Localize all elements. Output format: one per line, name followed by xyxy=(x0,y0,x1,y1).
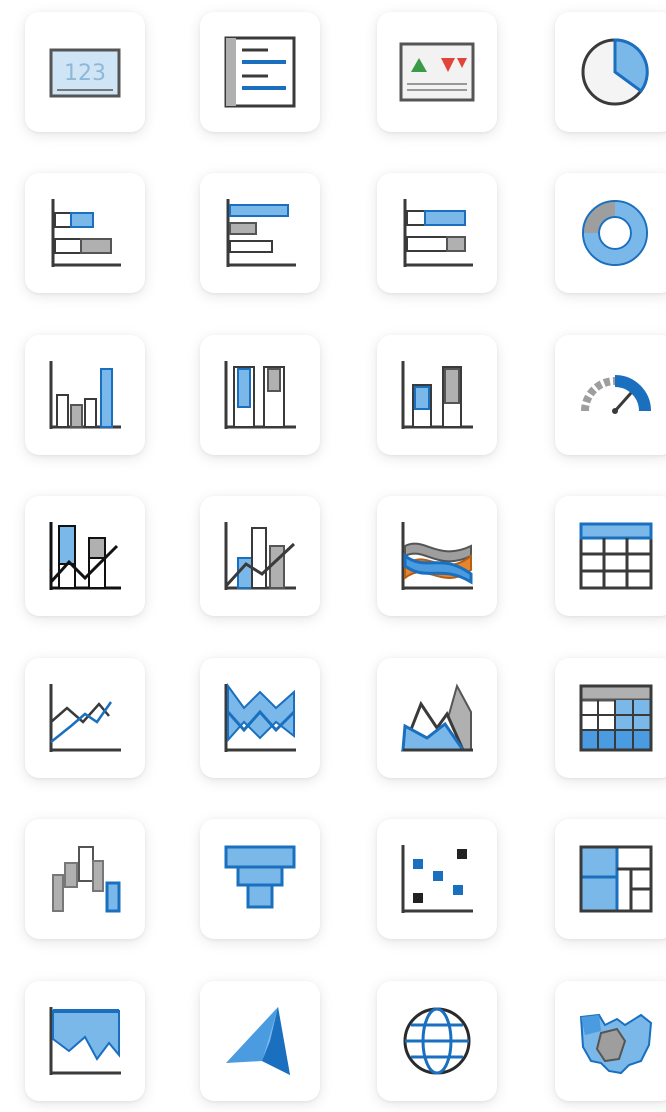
100-percent-stacked-column-chart-icon xyxy=(401,361,473,429)
matrix-icon xyxy=(579,684,653,752)
card-visual-tile[interactable]: 123 xyxy=(25,12,145,132)
azure-map-visual-tile[interactable] xyxy=(200,981,320,1101)
clustered-column-chart-visual-tile[interactable] xyxy=(200,335,320,455)
pie-chart-icon xyxy=(581,38,649,106)
donut-chart-icon xyxy=(582,200,648,266)
line-and-stacked-column-chart-visual-tile[interactable] xyxy=(25,496,145,616)
svg-text:123: 123 xyxy=(64,61,106,86)
100-percent-stacked-bar-chart-visual-tile[interactable] xyxy=(377,173,497,293)
treemap-icon xyxy=(579,845,653,913)
pie-chart-visual-tile[interactable] xyxy=(555,12,666,132)
gauge-icon xyxy=(581,375,651,414)
multi-row-card-icon xyxy=(224,36,296,108)
stacked-bar-chart-visual-tile[interactable] xyxy=(25,173,145,293)
kpi-icon xyxy=(399,42,475,102)
area-chart-icon xyxy=(400,683,473,752)
multi-row-card-visual-tile[interactable] xyxy=(200,12,320,132)
stacked-column-chart-visual-tile[interactable] xyxy=(25,335,145,455)
waterfall-chart-visual-tile[interactable] xyxy=(25,819,145,939)
line-and-stacked-column-chart-icon xyxy=(49,522,121,590)
clustered-bar-chart-visual-tile[interactable] xyxy=(200,173,320,293)
ribbon-chart-icon xyxy=(401,522,473,590)
line-chart-visual-tile[interactable] xyxy=(25,658,145,778)
shape-map-icon xyxy=(579,1013,653,1075)
ribbon-chart-visual-tile[interactable] xyxy=(377,496,497,616)
card-icon: 123 xyxy=(49,48,121,98)
line-and-clustered-column-chart-icon xyxy=(224,522,296,590)
gauge-visual-tile[interactable] xyxy=(555,335,666,455)
100-percent-stacked-column-chart-visual-tile[interactable] xyxy=(377,335,497,455)
stacked-area-chart-visual-tile[interactable] xyxy=(200,658,320,778)
funnel-chart-icon xyxy=(224,845,296,909)
area-chart-visual-tile[interactable] xyxy=(377,658,497,778)
treemap-visual-tile[interactable] xyxy=(555,819,666,939)
waterfall-chart-icon xyxy=(52,846,121,913)
funnel-chart-visual-tile[interactable] xyxy=(200,819,320,939)
filled-area-chart-visual-tile[interactable] xyxy=(25,981,145,1101)
line-and-clustered-column-chart-visual-tile[interactable] xyxy=(200,496,320,616)
table-visual-tile[interactable] xyxy=(555,496,666,616)
clustered-bar-chart-icon xyxy=(226,199,296,267)
scatter-chart-icon xyxy=(401,845,473,913)
stacked-bar-chart-icon xyxy=(51,199,121,267)
shape-map-visual-tile[interactable] xyxy=(555,981,666,1101)
table-icon xyxy=(579,522,653,590)
stacked-area-chart-icon xyxy=(224,682,296,752)
scatter-chart-visual-tile[interactable] xyxy=(377,819,497,939)
filled-area-chart-icon xyxy=(49,1007,121,1075)
matrix-visual-tile[interactable] xyxy=(555,658,666,778)
clustered-column-chart-icon xyxy=(224,361,296,429)
azure-map-icon xyxy=(226,1007,290,1075)
line-chart-icon xyxy=(49,684,121,752)
100-percent-stacked-bar-chart-icon xyxy=(403,199,473,267)
globe-map-icon xyxy=(403,1007,471,1075)
kpi-visual-tile[interactable] xyxy=(377,12,497,132)
globe-map-visual-tile[interactable] xyxy=(377,981,497,1101)
donut-chart-visual-tile[interactable] xyxy=(555,173,666,293)
stacked-column-chart-icon xyxy=(49,361,121,429)
